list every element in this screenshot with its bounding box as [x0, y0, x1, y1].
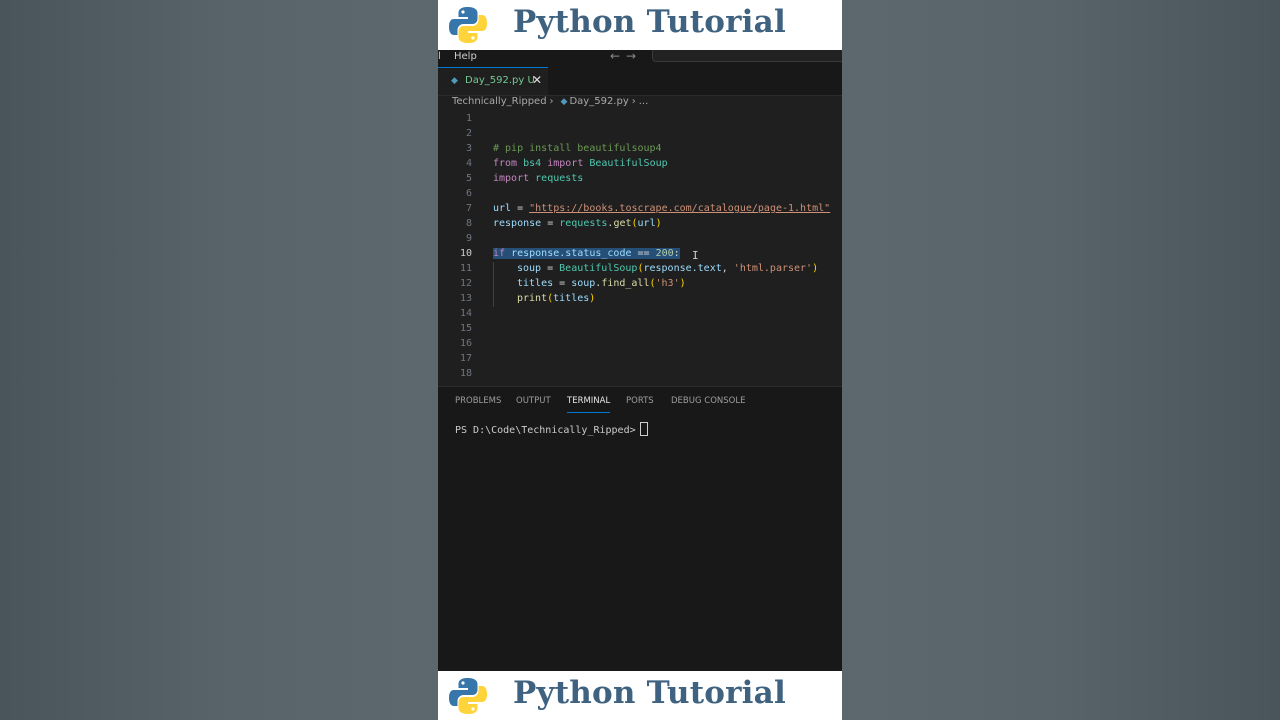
command-center[interactable]: [652, 50, 842, 62]
tab-problems[interactable]: PROBLEMS: [455, 396, 501, 406]
close-icon[interactable]: ✕: [532, 73, 542, 87]
chevron-right-icon: ›: [631, 96, 636, 107]
breadcrumb-folder[interactable]: Technically_Ripped: [452, 96, 547, 107]
python-logo-icon: [449, 7, 487, 43]
line-number: 18: [459, 368, 472, 379]
menu-bar: l Help ←→: [438, 49, 842, 67]
panel-tabs: PROBLEMS OUTPUT TERMINAL PORTS DEBUG CON…: [438, 387, 842, 415]
line-number: 9: [465, 233, 472, 244]
line-number: 6: [465, 188, 472, 199]
menu-item-help[interactable]: Help: [454, 51, 477, 62]
tab-filename: Day_592.py U: [465, 75, 535, 86]
banner-title: Python Tutorial: [513, 4, 786, 40]
code-text: url = "https://books.toscrape.com/catalo…: [493, 203, 831, 214]
python-file-icon: ◆: [451, 76, 458, 86]
tab-ports[interactable]: PORTS: [626, 396, 654, 406]
selected-code[interactable]: if response.status_code == 200:: [493, 248, 680, 259]
code-line: 7 url = "https://books.toscrape.com/cata…: [438, 202, 842, 217]
video-frame: Python Tutorial l Help ←→ ◆ Day_592.py U…: [438, 0, 842, 720]
line-number: 14: [459, 308, 472, 319]
code-text: import requests: [493, 173, 584, 184]
code-line: 14: [438, 307, 842, 322]
top-banner: Python Tutorial: [438, 0, 842, 50]
code-line: 12 titles = soup.find_all('h3'): [438, 277, 842, 292]
terminal-output[interactable]: PS D:\Code\Technically_Ripped>: [455, 422, 648, 436]
indent-guide: [493, 262, 494, 307]
code-line: 1: [438, 112, 842, 127]
code-line: 17: [438, 352, 842, 367]
code-line: 4 from bs4 import BeautifulSoup: [438, 157, 842, 172]
code-comment: # pip install beautifulsoup4: [493, 143, 662, 154]
line-number: 11: [459, 263, 472, 274]
bottom-banner: Python Tutorial: [438, 671, 842, 720]
code-line: 11 soup = BeautifulSoup(response.text, '…: [438, 262, 842, 277]
code-line-active: 10 if response.status_code == 200:: [438, 247, 842, 262]
breadcrumb: Technically_Ripped › ◆ Day_592.py ›...: [452, 96, 648, 107]
code-text: print(titles): [517, 293, 596, 304]
line-number: 15: [459, 323, 472, 334]
menu-item-partial[interactable]: l: [438, 51, 441, 62]
line-number: 4: [465, 158, 472, 169]
code-editor[interactable]: 1 2 3 # pip install beautifulsoup4 4 fro…: [438, 112, 842, 385]
terminal-prompt: PS D:\Code\Technically_Ripped>: [455, 425, 636, 436]
text-cursor-icon: I: [692, 249, 699, 262]
breadcrumb-file[interactable]: Day_592.py: [569, 96, 628, 107]
chevron-right-icon: ›: [549, 96, 554, 107]
python-logo-icon: [449, 678, 487, 714]
navigation-arrows-icon[interactable]: ←→: [610, 49, 642, 63]
code-text: response = requests.get(url): [493, 218, 662, 229]
code-text: soup = BeautifulSoup(response.text, 'htm…: [517, 263, 819, 274]
line-number: 8: [465, 218, 472, 229]
banner-title: Python Tutorial: [513, 675, 786, 711]
code-line: 5 import requests: [438, 172, 842, 187]
line-number: 5: [465, 173, 472, 184]
code-line: 6: [438, 187, 842, 202]
line-number: 13: [459, 293, 472, 304]
python-file-icon: ◆: [560, 97, 568, 107]
code-text: from bs4 import BeautifulSoup: [493, 158, 668, 169]
code-line: 15: [438, 322, 842, 337]
code-line: 3 # pip install beautifulsoup4: [438, 142, 842, 157]
code-line: 8 response = requests.get(url): [438, 217, 842, 232]
tab-debug-console[interactable]: DEBUG CONSOLE: [671, 396, 745, 406]
line-number: 3: [465, 143, 472, 154]
line-number: 16: [459, 338, 472, 349]
line-number: 10: [459, 248, 472, 259]
editor-tab-bar: ◆ Day_592.py U ✕: [438, 67, 842, 96]
tab-day-592[interactable]: ◆ Day_592.py U ✕: [438, 67, 548, 95]
bottom-panel: PROBLEMS OUTPUT TERMINAL PORTS DEBUG CON…: [438, 386, 842, 672]
code-line: 9: [438, 232, 842, 247]
code-line: 18: [438, 367, 842, 382]
code-line: 2: [438, 127, 842, 142]
line-number: 7: [465, 203, 472, 214]
code-text: titles = soup.find_all('h3'): [517, 278, 686, 289]
line-number: 2: [465, 128, 472, 139]
line-number: 1: [465, 113, 472, 124]
line-number: 17: [459, 353, 472, 364]
code-line: 16: [438, 337, 842, 352]
tab-terminal[interactable]: TERMINAL: [567, 396, 611, 413]
tab-output[interactable]: OUTPUT: [516, 396, 551, 406]
breadcrumb-more[interactable]: ...: [639, 96, 649, 107]
line-number: 12: [459, 278, 472, 289]
terminal-cursor: [639, 422, 648, 436]
code-line: 13 print(titles): [438, 292, 842, 307]
